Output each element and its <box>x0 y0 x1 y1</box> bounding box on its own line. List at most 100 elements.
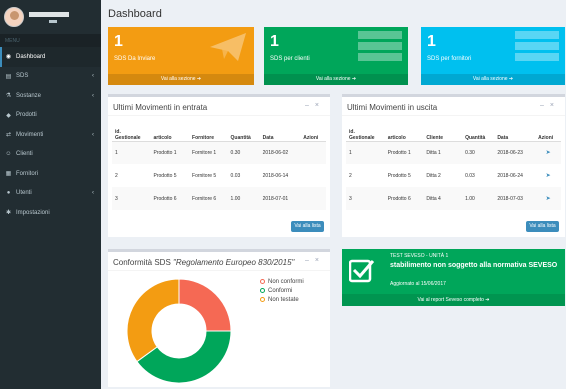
collapse-icon[interactable]: – <box>305 102 315 109</box>
arrow-circle-right-icon: ➔ <box>485 297 490 303</box>
sidebar-item-dashboard[interactable]: ◉ Dashboard <box>0 47 101 67</box>
column-header: articolo <box>150 121 190 142</box>
server-icon <box>358 31 402 61</box>
sidebar-item-sostanze[interactable]: ⚗ Sostanze ‹ <box>0 86 101 106</box>
sidebar-item-label: Utenti <box>16 190 32 197</box>
sidebar-menu: ◉ Dashboard ▤ SDS ‹ ⚗ Sostanze ‹ ◆ Prodotti ⇄ Movim… <box>0 47 101 223</box>
column-header: Azioni <box>300 121 326 142</box>
legend-circle-icon <box>260 297 265 302</box>
info-box-count: 1 <box>114 33 123 50</box>
sidebar-item-fornitori[interactable]: ▦ Fornitori <box>0 164 101 184</box>
user-status-redacted <box>49 19 57 23</box>
table-cell: 2 <box>115 172 118 179</box>
exchange-icon: ⇄ <box>5 132 12 139</box>
chevron-left-icon: ‹ <box>92 92 94 99</box>
table-cell: Prodotto 6 <box>150 187 190 210</box>
sidebar-item-prodotti[interactable]: ◆ Prodotti <box>0 106 101 126</box>
flask-icon: ⚗ <box>5 93 12 100</box>
table-cell: 2018-07-03 <box>494 187 536 210</box>
send-icon[interactable]: ➤ <box>546 173 551 179</box>
user-name-redacted <box>29 11 69 17</box>
table-cell: Prodotto 6 <box>384 187 424 210</box>
column-header: articolo <box>384 121 424 142</box>
collapse-icon[interactable]: – <box>305 257 315 264</box>
table-cell: 2018-06-23 <box>494 141 536 164</box>
column-header: Data <box>259 121 301 142</box>
donut-slice-non-conformi[interactable] <box>178 278 232 332</box>
table-cell: Ditta 4 <box>423 187 463 210</box>
chevron-left-icon: ‹ <box>92 131 94 138</box>
cube-icon: ◆ <box>6 112 11 119</box>
table-row: 2 Prodotto 5 Fornitore 5 0.03 2018-06-14 <box>112 164 326 187</box>
seveso-status-box: TEST SEVESO - UNITÀ 1 stabilimento non s… <box>342 249 565 306</box>
legend-item: Conformi <box>260 286 304 295</box>
table-cell: 3 <box>346 187 385 210</box>
users-icon: ☺ <box>5 151 12 158</box>
table-row: 3 Prodotto 6 Ditta 4 1.00 2018-07-03 ➤ <box>346 187 561 210</box>
info-box-footer-link[interactable]: Vai alla sezione ➔ <box>264 74 408 85</box>
box-movimenti-uscita: Ultimi Movimenti in uscita –× id. Gestio… <box>342 94 565 237</box>
chart-legend: Non conformi Conformi Non testate <box>260 277 304 304</box>
column-header: Data <box>494 121 536 142</box>
box-title: Ultimi Movimenti in uscita <box>347 103 438 112</box>
column-header: Cliente <box>423 121 463 142</box>
send-icon[interactable]: ➤ <box>546 196 551 202</box>
table-row: 2 Prodotto 5 Ditta 2 0.03 2018-06-24 ➤ <box>346 164 561 187</box>
sidebar-item-label: SDS <box>16 73 29 80</box>
table-movimenti-entrata: id. Gestionale articolo Fornitore Quantità D… <box>112 121 326 210</box>
send-icon[interactable]: ➤ <box>546 150 551 156</box>
info-box-footer-link[interactable]: Vai alla sezione ➔ <box>421 74 565 85</box>
sidebar-item-movimenti[interactable]: ⇄ Movimenti ‹ <box>0 125 101 145</box>
seveso-report-link[interactable]: Vai al report Seveso completo ➔ <box>342 294 565 306</box>
info-box-label: SDS per clienti <box>270 56 310 62</box>
sidebar-item-sds[interactable]: ▤ SDS ‹ <box>0 67 101 87</box>
table-cell: 2018-07-01 <box>259 187 301 210</box>
chevron-left-icon: ‹ <box>92 190 94 197</box>
collapse-icon[interactable]: – <box>540 102 550 109</box>
sidebar-item-impostazioni[interactable]: ✱ Impostazioni <box>0 203 101 223</box>
table-cell: Fornitore 1 <box>189 141 228 164</box>
table-cell: 0.30 <box>227 141 260 164</box>
sidebar: MENU ◉ Dashboard ▤ SDS ‹ ⚗ Sostanze ‹ ◆ Prodotti ⇄… <box>0 0 101 389</box>
user-panel[interactable] <box>0 0 101 34</box>
column-header: Quantità <box>227 121 260 142</box>
info-box-footer-link[interactable]: Vai alla sezione ➔ <box>108 74 254 85</box>
table-cell: Prodotto 1 <box>150 141 190 164</box>
legend-label: Non conformi <box>268 278 304 285</box>
page-title: Dashboard <box>108 8 162 20</box>
server-icon <box>515 31 559 61</box>
close-icon[interactable]: × <box>315 102 325 109</box>
close-icon[interactable]: × <box>550 102 560 109</box>
table-cell: 0.30 <box>462 141 495 164</box>
sidebar-item-clienti[interactable]: ☺ Clienti <box>0 145 101 165</box>
vai-alla-lista-button[interactable]: Vai alla lista <box>526 221 559 232</box>
info-box-sds-da-inviare: 1 SDS Da Inviare Vai alla sezione ➔ <box>108 27 254 85</box>
table-cell: 0.03 <box>465 172 475 179</box>
table-cell: Fornitore 5 <box>192 172 217 179</box>
table-cell: 1 <box>346 141 385 164</box>
vai-alla-lista-button[interactable]: Vai alla lista <box>291 221 324 232</box>
paper-plane-icon <box>210 33 246 61</box>
table-cell: Ditta 1 <box>423 141 463 164</box>
table-cell: Fornitore 6 <box>189 187 228 210</box>
donut-slice-non-testate[interactable] <box>126 278 180 363</box>
column-header: id. Gestionale <box>346 121 385 142</box>
sidebar-item-label: Movimenti <box>16 131 44 138</box>
truck-icon: ▦ <box>5 171 12 178</box>
check-square-icon <box>348 257 376 285</box>
sidebar-item-label: Fornitori <box>16 170 39 177</box>
close-icon[interactable]: × <box>315 257 325 264</box>
table-cell: 0.03 <box>230 172 241 179</box>
table-cell: Prodotto 5 <box>387 172 411 179</box>
info-box-count: 1 <box>270 33 279 50</box>
avatar <box>4 7 24 27</box>
column-header: Quantità <box>462 121 495 142</box>
sidebar-item-utenti[interactable]: ● Utenti ‹ <box>0 184 101 204</box>
sds-icon: ▤ <box>5 73 12 80</box>
sidebar-item-label: Clienti <box>16 151 33 158</box>
chevron-left-icon: ‹ <box>92 73 94 80</box>
column-header: Azioni <box>535 121 561 142</box>
table-row: 3 Prodotto 6 Fornitore 6 1.00 2018-07-01 <box>112 187 326 210</box>
legend-label: Non testate <box>268 296 299 303</box>
sidebar-item-label: Prodotti <box>16 112 37 119</box>
